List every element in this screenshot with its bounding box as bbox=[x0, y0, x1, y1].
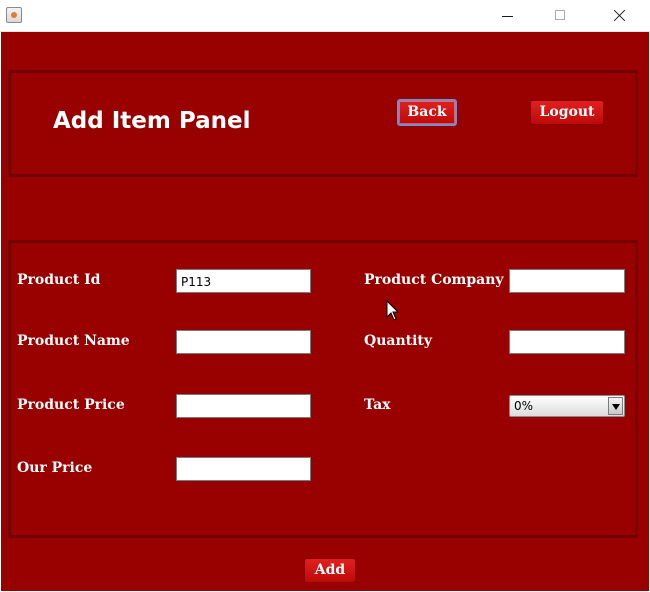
mouse-pointer-icon bbox=[386, 300, 400, 321]
product-id-input[interactable] bbox=[176, 269, 311, 293]
maximize-icon[interactable] bbox=[538, 0, 584, 32]
product-id-label: Product Id bbox=[17, 272, 101, 288]
product-name-label: Product Name bbox=[17, 333, 130, 349]
product-name-input[interactable] bbox=[176, 330, 311, 354]
tax-label: Tax bbox=[364, 397, 391, 413]
page-title: Add Item Panel bbox=[53, 108, 251, 134]
java-icon bbox=[6, 7, 22, 23]
tax-select[interactable]: 0% bbox=[509, 395, 625, 417]
main-content: Add Item Panel Back Logout Product Id Pr… bbox=[1, 32, 649, 591]
tax-selected-value: 0% bbox=[514, 399, 534, 413]
logout-button[interactable]: Logout bbox=[530, 100, 604, 125]
product-company-input[interactable] bbox=[509, 269, 625, 293]
product-company-label: Product Company bbox=[364, 272, 504, 288]
product-price-input[interactable] bbox=[176, 394, 311, 418]
product-price-label: Product Price bbox=[17, 397, 125, 413]
chevron-down-icon[interactable] bbox=[608, 397, 623, 415]
back-button[interactable]: Back bbox=[397, 99, 457, 126]
minimize-icon[interactable] bbox=[484, 0, 530, 32]
close-icon[interactable] bbox=[596, 0, 642, 32]
quantity-input[interactable] bbox=[509, 330, 625, 354]
quantity-label: Quantity bbox=[364, 333, 433, 349]
title-bar bbox=[0, 0, 650, 32]
our-price-input[interactable] bbox=[176, 457, 311, 481]
our-price-label: Our Price bbox=[17, 460, 93, 476]
add-button[interactable]: Add bbox=[304, 558, 356, 583]
